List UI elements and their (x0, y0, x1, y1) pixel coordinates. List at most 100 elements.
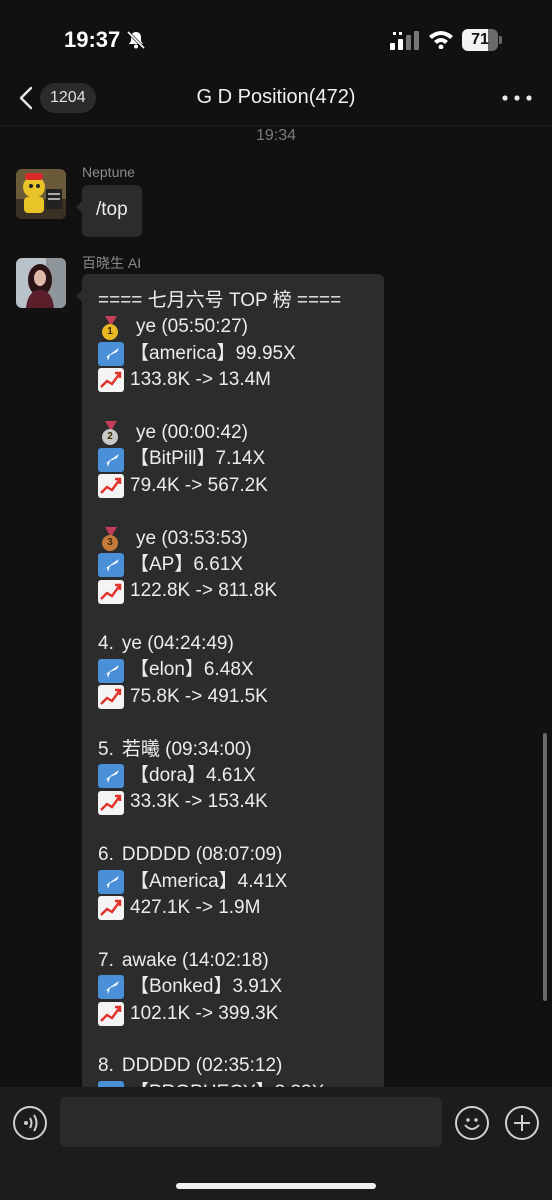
entry-user: 若曦 (09:34:00) (121, 738, 252, 760)
status-time: 19:37 (64, 27, 121, 52)
leaderboard-entry: 7. awake (14:02:18) 【Bonked】3.91X 102.1K ->… (98, 948, 368, 1027)
entry-change-line: 122.8K -> 811.8K (98, 578, 368, 604)
chart-increasing-icon (98, 579, 124, 604)
chevron-left-icon (19, 86, 33, 110)
rank-number: 8. (98, 1055, 114, 1077)
entry-token: 【AP】6.61X (130, 553, 243, 575)
plus-icon (514, 1115, 530, 1131)
entry-change: 122.8K -> 811.8K (130, 580, 278, 602)
entry-user-line: 5. 若曦 (09:34:00) (98, 737, 368, 763)
entry-user: ye (00:00:42) (136, 421, 248, 443)
entry-token-line: 【America】4.41X (98, 869, 368, 895)
entry-change-line: 75.8K -> 491.5K (98, 684, 368, 710)
message-timestamp: 19:34 (255, 127, 297, 144)
leaderboard-entry: 2 ye (00:00:42) 【BitPill】7.14X 79.4K -> 567… (98, 420, 368, 499)
entry-token-line: 【PROPHECY】3.33X (98, 1080, 368, 1087)
leaderboard-entry: 1 ye (05:50:27) 【america】99.95X 133.8K -> 1… (98, 314, 368, 393)
entry-change-line: 102.1K -> 399.3K (98, 1001, 368, 1027)
airplane-icon (98, 658, 124, 683)
battery-icon: 71 (462, 29, 502, 51)
back-button[interactable]: 1204 (14, 80, 104, 116)
entry-token-line: 【dora】4.61X (98, 763, 368, 789)
message-bubble[interactable]: ==== 七月六号 TOP 榜 ==== 1 ye (05:50:27) 【amer… (76, 274, 384, 1087)
entry-token: 【Bonked】3.91X (130, 976, 283, 998)
chat-area[interactable]: 19:34 Neptune /top 百晓生 AI ==== 七月六号 TOP … (0, 127, 552, 1087)
entry-token: 【BitPill】7.14X (130, 448, 266, 470)
leaderboard-entry: 4. ye (04:24:49) 【elon】6.48X 75.8K -> 491.5… (98, 631, 368, 710)
chart-increasing-icon (98, 473, 124, 498)
chart-increasing-icon (98, 1001, 124, 1026)
bell-slash-icon (126, 30, 146, 50)
leaderboard-list: 1 ye (05:50:27) 【america】99.95X 133.8K -> 1… (98, 314, 368, 1087)
airplane-icon (98, 341, 124, 366)
entry-change-line: 133.8K -> 13.4M (98, 367, 368, 393)
entry-token: 【elon】6.48X (130, 659, 254, 681)
status-bar: 19:37 71 (0, 0, 552, 70)
entry-token-line: 【BitPill】7.14X (98, 446, 368, 472)
airplane-icon (98, 869, 124, 894)
sender-name: Neptune (82, 164, 135, 180)
entry-user: ye (05:50:27) (136, 316, 248, 338)
entry-user: ye (04:24:49) (121, 633, 234, 655)
entry-change-line: 79.4K -> 567.2K (98, 473, 368, 499)
entry-user-line: 2 ye (00:00:42) (98, 420, 368, 446)
entry-token: 【america】99.95X (130, 342, 296, 364)
input-bar (0, 1087, 552, 1200)
rank-number: 6. (98, 844, 114, 866)
entry-token-line: 【elon】6.48X (98, 657, 368, 683)
leaderboard-entry: 3 ye (03:53:53) 【AP】6.61X 122.8K -> 811.8K (98, 526, 368, 605)
airplane-icon (98, 447, 124, 472)
chart-increasing-icon (98, 685, 124, 710)
leaderboard-entry: 6. DDDDD (08:07:09) 【America】4.41X 427.1K -… (98, 842, 368, 921)
message-input[interactable] (60, 1097, 442, 1147)
emoji-button[interactable] (455, 1106, 489, 1140)
avatar-ai[interactable] (16, 258, 66, 308)
voice-button[interactable] (13, 1106, 47, 1140)
rank-number: 7. (98, 949, 114, 971)
entry-change: 75.8K -> 491.5K (130, 685, 268, 707)
entry-token-line: 【Bonked】3.91X (98, 974, 368, 1000)
airplane-icon (98, 553, 124, 578)
emoji-icon (464, 1118, 480, 1130)
entry-change: 427.1K -> 1.9M (130, 897, 261, 918)
entry-user-line: 7. awake (14:02:18) (98, 948, 368, 974)
chart-increasing-icon (98, 896, 124, 921)
home-indicator (176, 1183, 376, 1189)
entry-user-line: 6. DDDDD (08:07:09) (98, 842, 368, 868)
chat-title: G D Position(472) (196, 86, 356, 108)
entry-token-line: 【america】99.95X (98, 341, 368, 367)
entry-token: 【PROPHECY】3.33X (130, 1080, 324, 1087)
entry-user-line: 4. ye (04:24:49) (98, 631, 368, 657)
entry-change: 79.4K -> 567.2K (130, 474, 268, 496)
entry-user: ye (03:53:53) (136, 527, 248, 549)
leaderboard-entry: 5. 若曦 (09:34:00) 【dora】4.61X 33.3K -> 153.4… (98, 737, 368, 816)
wifi-icon (429, 31, 453, 49)
battery-level: 71 (471, 31, 489, 48)
message-bubble[interactable]: /top (76, 185, 142, 237)
gold-medal-icon: 1 (98, 315, 124, 340)
entry-token: 【dora】4.61X (130, 765, 256, 787)
leaderboard-entry: 8. DDDDD (02:35:12) 【PROPHECY】3.33X (98, 1053, 368, 1087)
avatar-neptune[interactable] (16, 169, 66, 219)
entry-user-line: 1 ye (05:50:27) (98, 314, 368, 340)
leaderboard-header: ==== 七月六号 TOP 榜 ==== (98, 290, 342, 311)
entry-token-line: 【AP】6.61X (98, 552, 368, 578)
silver-medal-icon: 2 (98, 421, 124, 446)
rank-number: 5. (98, 738, 114, 760)
more-dots-icon[interactable] (498, 88, 536, 108)
bronze-medal-icon: 3 (98, 526, 124, 551)
chart-increasing-icon (98, 368, 124, 393)
entry-user: awake (14:02:18) (121, 949, 269, 971)
voice-icon (24, 1114, 38, 1132)
chart-increasing-icon (98, 790, 124, 815)
airplane-icon (98, 975, 124, 1000)
entry-change: 102.1K -> 399.3K (130, 1002, 279, 1024)
entry-user: DDDDD (08:07:09) (121, 844, 283, 866)
signal-icon (390, 31, 419, 50)
scrollbar[interactable] (543, 733, 547, 1001)
entry-change-line: 33.3K -> 153.4K (98, 789, 368, 815)
unread-count-badge: 1204 (40, 83, 96, 113)
nav-bar: 1204 G D Position(472) (0, 70, 552, 126)
entry-user-line: 8. DDDDD (02:35:12) (98, 1053, 368, 1079)
plus-button[interactable] (505, 1106, 539, 1140)
